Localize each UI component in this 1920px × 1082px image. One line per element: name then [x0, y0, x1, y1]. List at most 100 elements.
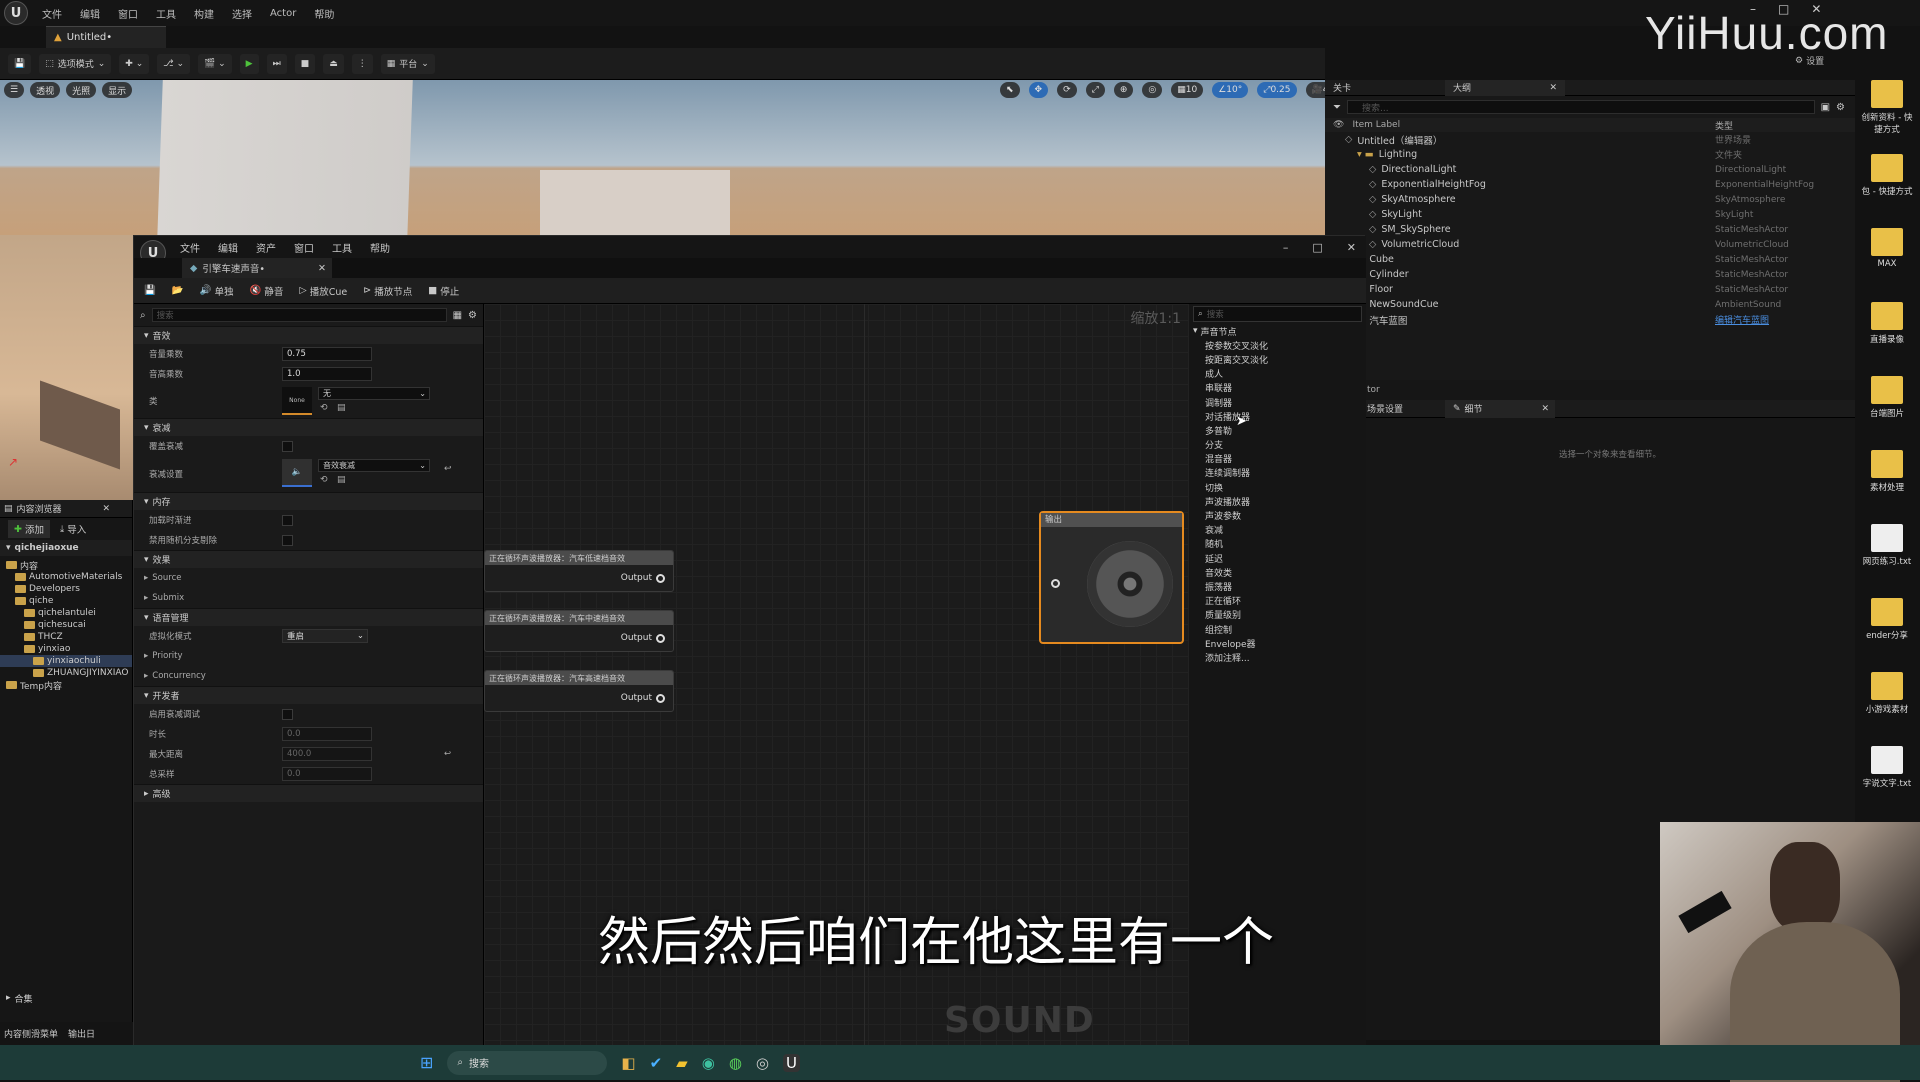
editor-menu-edit[interactable]: 编辑	[218, 240, 238, 255]
world-space-icon[interactable]: ⊕	[1113, 82, 1134, 98]
palette-search-input[interactable]: ⌕ 搜索	[1193, 306, 1362, 322]
output-log-button[interactable]: 输出日	[68, 1027, 95, 1040]
solo-button[interactable]: 🔊 单独	[200, 284, 234, 298]
outliner-row[interactable]: ◇NewSoundCueAmbientSound	[1325, 297, 1855, 312]
section-sound[interactable]: ▾ 音效	[134, 326, 483, 344]
editor-menu-asset[interactable]: 资产	[256, 240, 276, 255]
palette-item[interactable]: 分支	[1189, 438, 1366, 452]
todo-icon[interactable]: ✔	[650, 1054, 663, 1072]
outliner-row[interactable]: ◇CylinderStaticMeshActor	[1325, 267, 1855, 282]
filter-icon[interactable]: ⏷	[1333, 102, 1341, 113]
menu-select[interactable]: 选择	[232, 6, 252, 21]
output-node[interactable]: 输出	[1039, 511, 1184, 644]
source-row[interactable]: ▸ Source	[134, 568, 483, 588]
wave-player-node-mid[interactable]: 正在循环声波播放器：汽车中速档音效 Output	[484, 610, 674, 652]
play-button[interactable]: ▶	[239, 53, 259, 74]
settings-gear-icon[interactable]: ⚙	[468, 310, 477, 321]
outliner-row[interactable]: ◇ SkyAtmosphere SkyAtmosphere	[1325, 192, 1855, 207]
output-pin[interactable]: Output	[621, 633, 665, 643]
load-on-demand-checkbox[interactable]	[282, 514, 293, 526]
rotation-snap-button[interactable]: ∠ 10°	[1212, 82, 1249, 98]
outliner-row[interactable]: ◇ VolumetricCloud VolumetricCloud	[1325, 237, 1855, 252]
override-attenuation-checkbox[interactable]	[282, 440, 293, 452]
palette-item[interactable]: 对话播放器	[1189, 409, 1366, 423]
browse-icon[interactable]: 📂	[172, 285, 184, 296]
volume-input[interactable]: 0.75	[282, 347, 372, 361]
platform-dropdown[interactable]: ▦ 平台 ⌄	[380, 53, 435, 74]
import-button[interactable]: ⤓ 导入	[60, 522, 86, 537]
editor-menu-help[interactable]: 帮助	[370, 240, 390, 255]
outliner-row-type[interactable]: 编辑汽车蓝图	[1715, 313, 1769, 326]
cinematics-button[interactable]: 🎬 ⌄	[198, 53, 232, 74]
add-actor-button[interactable]: ✚ ⌄	[119, 53, 150, 74]
viewport-menu-button[interactable]: ☰	[4, 82, 25, 98]
menu-help[interactable]: 帮助	[314, 6, 334, 21]
concurrency-row[interactable]: ▸ Concurrency	[134, 666, 483, 686]
maximize-icon[interactable]: □	[1312, 241, 1322, 254]
section-attenuation[interactable]: ▾ 衰减	[134, 418, 483, 436]
lit-button[interactable]: 光照	[66, 82, 97, 98]
use-selected-icon[interactable]: ⟲	[320, 475, 328, 485]
scale-tool-icon[interactable]: ⤢	[1085, 82, 1105, 98]
surface-snap-icon[interactable]: ◎	[1142, 82, 1163, 98]
save-icon[interactable]: 💾	[144, 285, 156, 296]
outliner-row[interactable]: ◇FloorStaticMeshActor	[1325, 282, 1855, 297]
taskbar-search-input[interactable]: ⌕ 搜索	[447, 1050, 608, 1075]
palette-item[interactable]: 串联器	[1189, 381, 1366, 395]
more-options-icon[interactable]: ⋮	[351, 53, 373, 74]
palette-item[interactable]: 声波播放器	[1189, 494, 1366, 508]
palette-item[interactable]: 按参数交叉淡化	[1189, 338, 1366, 352]
move-tool-icon[interactable]: ✥	[1028, 82, 1049, 98]
perspective-button[interactable]: 透视	[30, 82, 61, 98]
wechat-icon[interactable]: ◍	[729, 1054, 742, 1072]
palette-item[interactable]: 混音器	[1189, 452, 1366, 466]
folder-tree-item[interactable]: yinxiao	[0, 643, 132, 655]
desktop-shortcut[interactable]: 字说文字.txt	[1859, 746, 1915, 789]
section-voice-management[interactable]: ▾ 语音管理	[134, 608, 483, 626]
outliner-row[interactable]: ◇ ExponentialHeightFog ExponentialHeightFo…	[1325, 177, 1855, 192]
palette-item[interactable]: 连续调制器	[1189, 466, 1366, 480]
submix-row[interactable]: ▸ Submix	[134, 588, 483, 608]
outliner-row[interactable]: ▾ ▬ Lighting 文件夹	[1325, 147, 1855, 162]
folder-tree-item[interactable]: qichelantulei	[0, 607, 132, 619]
editor-menu-file[interactable]: 文件	[180, 240, 200, 255]
folder-tree-item[interactable]: AutomotiveMaterials	[0, 571, 132, 583]
folder-tree-item[interactable]: yinxiaochuli	[0, 655, 132, 667]
palette-item[interactable]: 随机	[1189, 537, 1366, 551]
palette-item[interactable]: 延迟	[1189, 551, 1366, 565]
windows-start-icon[interactable]: ⊞	[420, 1053, 433, 1072]
virtualization-dropdown[interactable]: 重启 ⌄	[282, 629, 368, 643]
unreal-logo-icon[interactable]: U	[4, 1, 28, 25]
desktop-shortcut[interactable]: 素材处理	[1859, 450, 1915, 493]
close-icon[interactable]: ✕	[1549, 83, 1557, 93]
rotate-tool-icon[interactable]: ⟳	[1057, 82, 1077, 98]
outliner-search-input[interactable]: 搜索...	[1347, 100, 1815, 114]
close-icon[interactable]: ✕	[102, 504, 110, 514]
blueprint-button[interactable]: ⎇ ⌄	[157, 53, 191, 74]
reset-arrow-icon[interactable]: ↩	[444, 464, 452, 474]
props-search-input[interactable]: 搜索	[151, 308, 447, 322]
use-selected-icon[interactable]: ⟲	[320, 403, 328, 413]
menu-actor[interactable]: Actor	[270, 8, 296, 19]
desktop-shortcut[interactable]: MAX	[1859, 228, 1915, 269]
project-root[interactable]: ▾ qichejiaoxue	[0, 540, 132, 556]
sound-cue-tab[interactable]: ◆ 引擎车速声音• ✕	[182, 258, 332, 278]
play-cue-button[interactable]: ▷ 播放Cue	[299, 284, 347, 298]
folder-tree-item[interactable]: Temp内容	[0, 679, 132, 691]
folder-tree-item[interactable]: qichesucai	[0, 619, 132, 631]
tab-outliner[interactable]: 大纲 ✕	[1445, 79, 1565, 96]
palette-item[interactable]: 组控制	[1189, 622, 1366, 636]
step-button[interactable]: ⏭	[266, 53, 287, 74]
app-icon[interactable]: ◎	[756, 1054, 769, 1072]
grid-snap-button[interactable]: ▦ 10	[1171, 82, 1204, 98]
wave-player-node-high[interactable]: 正在循环声波播放器：汽车高速档音效 Output	[484, 670, 674, 712]
palette-item[interactable]: 成人	[1189, 367, 1366, 381]
show-button[interactable]: 显示	[102, 82, 133, 98]
type-header[interactable]: 类型	[1715, 119, 1733, 132]
tab-world-settings[interactable]: 场景设置	[1365, 402, 1445, 415]
close-icon[interactable]: ✕	[318, 263, 326, 274]
stop-button[interactable]: ■ 停止	[428, 284, 459, 298]
mute-button[interactable]: 🔇 静音	[250, 284, 284, 298]
mode-dropdown[interactable]: ⬚ 选项模式 ⌄	[39, 53, 112, 74]
item-label-header[interactable]: Item Label	[1352, 120, 1400, 130]
